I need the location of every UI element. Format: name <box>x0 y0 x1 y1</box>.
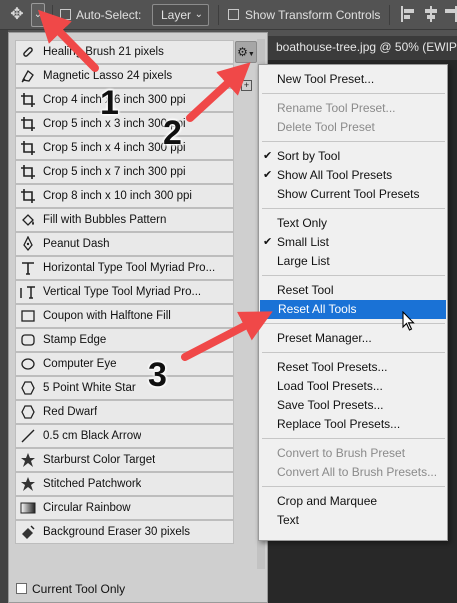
step-number-3: 3 <box>148 356 167 394</box>
arrow-to-tool-picker <box>37 9 99 72</box>
arrow-to-panel-menu <box>186 62 251 122</box>
step-number-2: 2 <box>163 114 182 152</box>
arrow-to-reset-all-tools <box>181 311 273 361</box>
step-number-1: 1 <box>100 84 119 122</box>
annotation-arrows <box>37 9 273 361</box>
